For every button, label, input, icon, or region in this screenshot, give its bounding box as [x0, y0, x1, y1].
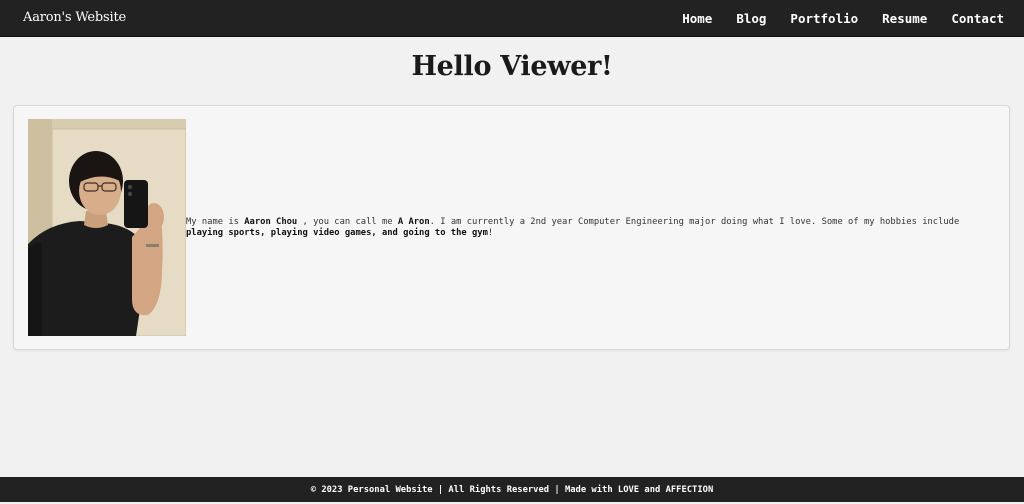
bio-part-4: !: [487, 228, 494, 238]
nav-link-resume[interactable]: Resume: [882, 11, 927, 26]
nav-link-portfolio[interactable]: Portfolio: [790, 11, 858, 26]
navbar: Aaron's Website Home Blog Portfolio Resu…: [0, 0, 1024, 37]
nav-link-blog[interactable]: Blog: [736, 11, 766, 26]
nav-link-contact[interactable]: Contact: [951, 11, 1004, 26]
about-card: My name is Aaron Chou , you can call me …: [13, 105, 1010, 350]
bio-part-2: , you can call me: [302, 217, 398, 227]
bio-name: Aaron Chou: [244, 217, 303, 227]
footer-text: © 2023 Personal Website | All Rights Res…: [310, 485, 714, 495]
bio-text: My name is Aaron Chou , you can call me …: [186, 217, 976, 239]
nav-link-home[interactable]: Home: [682, 11, 712, 26]
bio-hobbies: playing sports, playing video games, and…: [186, 228, 488, 238]
profile-photo: [28, 119, 186, 336]
nav-links: Home Blog Portfolio Resume Contact: [682, 11, 1004, 26]
bio-nickname: A Aron: [397, 217, 430, 227]
footer: © 2023 Personal Website | All Rights Res…: [0, 477, 1024, 502]
page-title: Hello Viewer!: [411, 51, 613, 82]
bio-part-3: . I am currently a 2nd year Computer Eng…: [429, 217, 960, 227]
bio-part-1: My name is: [186, 217, 245, 227]
site-brand-link[interactable]: Aaron's Website: [23, 10, 126, 25]
